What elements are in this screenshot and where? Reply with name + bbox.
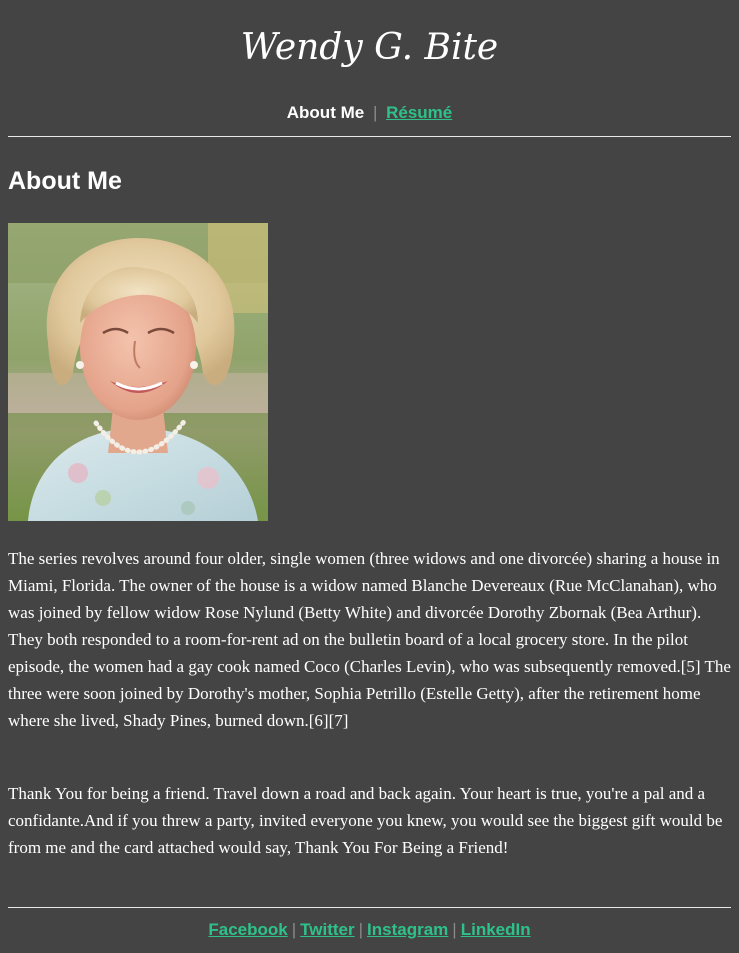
header-divider: [8, 136, 731, 137]
bio-paragraph: The series revolves around four older, s…: [8, 549, 731, 730]
section-heading: About Me: [8, 167, 122, 195]
friend-paragraph: Thank You for being a friend. Travel dow…: [8, 784, 723, 857]
footer-link-instagram[interactable]: Instagram: [367, 920, 448, 939]
footer-separator: |: [291, 920, 297, 939]
footer-nav: Facebook | Twitter | Instagram | LinkedIn: [0, 919, 739, 941]
top-nav: About Me | Résumé: [0, 102, 739, 124]
site-title: Wendy G. Bite: [240, 27, 499, 68]
footer-link-linkedin[interactable]: LinkedIn: [461, 920, 531, 939]
nav-item-about-me: About Me: [286, 103, 365, 122]
footer-link-twitter[interactable]: Twitter: [300, 920, 354, 939]
footer-separator: |: [358, 920, 364, 939]
nav-link-resume[interactable]: Résumé: [386, 103, 452, 122]
footer-divider: [8, 907, 731, 908]
nav-separator: |: [372, 103, 378, 122]
footer-separator: |: [452, 920, 457, 939]
portrait-photo: [8, 223, 268, 521]
footer-link-facebook[interactable]: Facebook: [208, 920, 287, 939]
portrait-image: [8, 223, 268, 521]
